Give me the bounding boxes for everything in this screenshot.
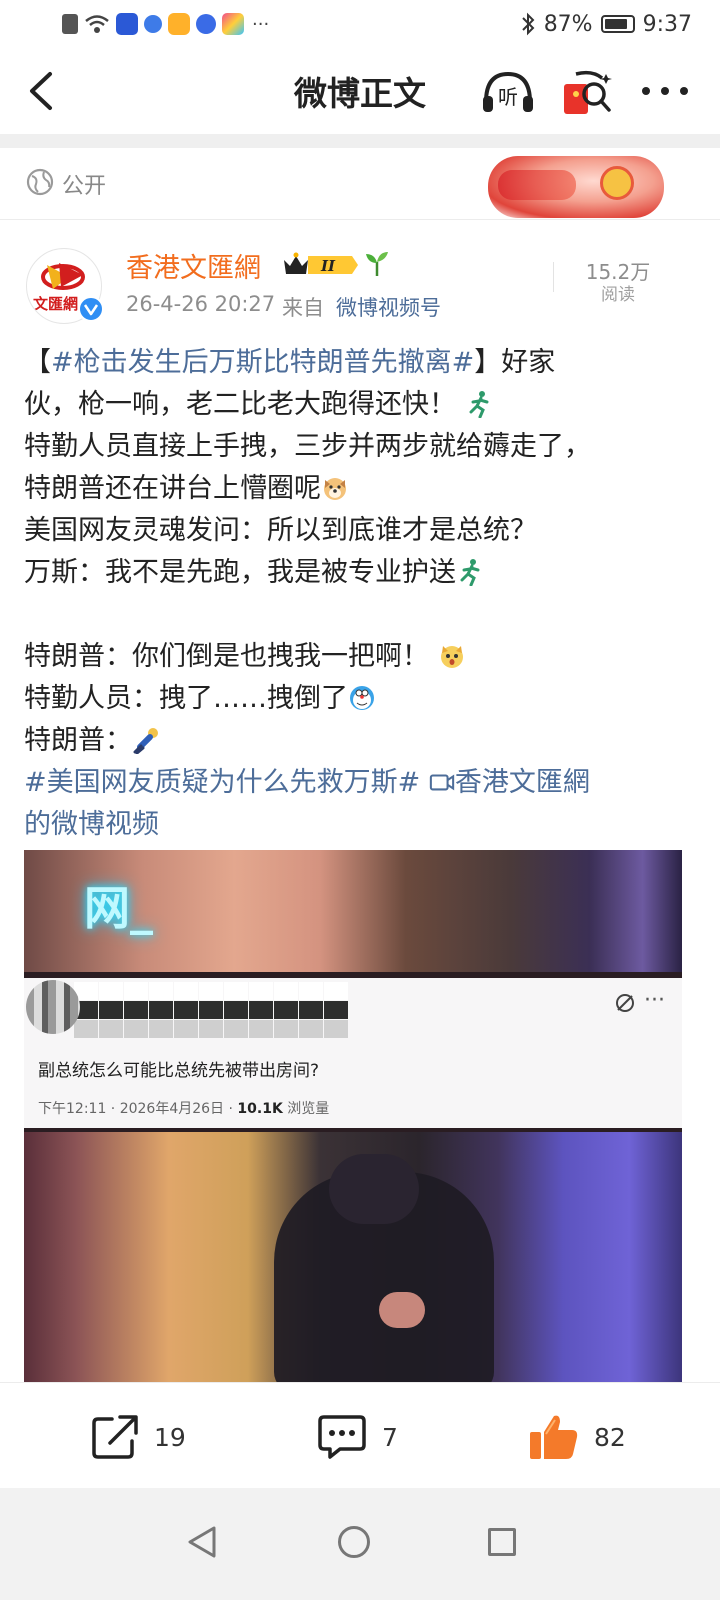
post-line-1: 【#枪击发生后万斯比特朗普先撤离#】好家 xyxy=(24,347,556,378)
alert-icon xyxy=(62,14,78,34)
post-line-8: 特勤人员：拽了……拽倒了 xyxy=(24,678,694,720)
bluetooth-icon xyxy=(521,12,535,36)
card-meta: 下午12:11 · 2026年4月26日 · 10.1K 浏览量 xyxy=(38,1101,330,1117)
member-crown-badge-icon[interactable]: II xyxy=(282,252,358,278)
post-source-link[interactable]: 微博视频号 xyxy=(336,292,441,322)
video-frame-bottom xyxy=(24,1132,682,1382)
listen-label: 听 xyxy=(498,85,518,109)
red-packet-search-icon[interactable] xyxy=(562,68,612,118)
post-line-7: 特朗普：你们倒是也拽我一把啊！ xyxy=(24,636,694,678)
comment-button[interactable]: 7 xyxy=(316,1413,398,1461)
post-line-6: 万斯：我不是先跑，我是被专业护送 xyxy=(24,552,694,594)
app-icon-colorful xyxy=(222,13,244,35)
back-arrow-icon[interactable] xyxy=(22,68,62,114)
post-line-4: 特朗普还在讲台上懵圈呢 xyxy=(24,468,694,510)
video-frame-top: 网_ xyxy=(24,850,682,972)
running-man-emoji-icon xyxy=(469,391,489,418)
video-player[interactable]: 网_ ··· 副总统怎么可能比总统先被带出房间? 下午12:11 · 2026年… xyxy=(24,850,682,1382)
wifi-icon xyxy=(85,15,109,33)
dog-face-emoji-icon xyxy=(324,478,346,500)
sprout-icon[interactable] xyxy=(364,250,390,278)
more-options-icon[interactable] xyxy=(640,84,690,98)
battery-icon xyxy=(600,15,635,33)
app-icon-round xyxy=(144,15,162,33)
weibo-icon xyxy=(168,13,190,35)
post-line-5: 美国网友灵魂发问：所以到底谁才是总统？ xyxy=(24,515,537,546)
svg-text:II: II xyxy=(320,257,336,275)
system-recents-icon[interactable] xyxy=(488,1528,516,1556)
system-home-icon[interactable] xyxy=(338,1526,370,1558)
running-man-emoji-icon xyxy=(460,559,480,586)
like-button[interactable]: 82 xyxy=(528,1413,626,1461)
author-name[interactable]: 香港文匯網 xyxy=(126,246,261,285)
post-source-prefix: 来自 xyxy=(282,296,324,320)
comment-icon xyxy=(318,1415,366,1459)
post-line-2: 伙，枪一响，老二比老大跑得还快！ xyxy=(24,384,694,426)
status-notification-icons: ··· xyxy=(62,13,269,35)
promo-banner[interactable] xyxy=(488,156,664,218)
thumbs-up-icon xyxy=(530,1415,578,1459)
post-line-3: 特勤人员直接上手拽，三步并两步就给薅走了， xyxy=(24,431,591,462)
post-line-9: 特朗普： xyxy=(24,720,694,762)
post-line-10: #美国网友质疑为什么先救万斯# 香港文匯網 xyxy=(24,762,694,804)
status-time: 9:37 xyxy=(642,11,692,37)
visibility-label: 公开 xyxy=(62,174,107,199)
header-divider xyxy=(0,134,720,148)
action-bar: 19 7 82 xyxy=(0,1382,720,1486)
like-count: 82 xyxy=(594,1422,626,1452)
link-icon xyxy=(616,994,634,1012)
doraemon-emoji-icon xyxy=(350,686,374,710)
page-title: 微博正文 xyxy=(294,74,426,113)
topic-tag[interactable]: #美国网友质疑为什么先救万斯# xyxy=(24,767,420,798)
status-bar: ··· 87% 9:37 xyxy=(0,0,720,48)
battery-percent: 87% xyxy=(543,11,593,37)
emblem-icon xyxy=(600,166,634,200)
system-navigation-bar xyxy=(0,1488,720,1600)
verified-badge-icon xyxy=(78,296,104,322)
system-back-icon[interactable] xyxy=(186,1524,218,1560)
listen-headphone-icon[interactable]: 听 xyxy=(480,68,536,116)
embedded-tweet-card: ··· 副总统怎么可能比总统先被带出房间? 下午12:11 · 2026年4月2… xyxy=(24,978,682,1128)
read-count-label: 阅读 xyxy=(601,285,635,305)
card-more-icon: ··· xyxy=(644,988,665,1013)
blurred-avatar xyxy=(26,980,80,1034)
post-timestamp: 26-4-26 20:27 xyxy=(126,292,276,316)
repost-icon xyxy=(92,1415,138,1459)
reads-divider xyxy=(553,262,554,292)
fallen-man-emoji-icon xyxy=(133,728,158,754)
globe-icon xyxy=(26,168,54,196)
card-question-text: 副总统怎么可能比总统先被带出房间? xyxy=(38,1061,320,1081)
app-icon-blue xyxy=(116,13,138,35)
video-source-link-tail[interactable]: 的微博视频 xyxy=(24,809,159,840)
headline-topic-tag[interactable]: #枪击发生后万斯比特朗普先撤离# xyxy=(51,347,474,378)
post-content: 【#枪击发生后万斯比特朗普先撤离#】好家 伙，枪一响，老二比老大跑得还快！ 特勤… xyxy=(24,342,694,846)
shocked-cat-emoji-icon xyxy=(440,646,463,668)
video-neon-text: 网_ xyxy=(84,881,153,935)
video-link-icon[interactable] xyxy=(429,768,455,796)
repost-count: 19 xyxy=(154,1422,186,1452)
post-line-11: 的微博视频 xyxy=(24,804,694,846)
card-views: 10.1K xyxy=(237,1101,283,1117)
comment-count: 7 xyxy=(382,1422,398,1452)
top-nav-bar: 微博正文 听 xyxy=(0,48,720,134)
avatar-text: 文匯網 xyxy=(33,295,79,313)
video-source-link[interactable]: 香港文匯網 xyxy=(455,767,590,798)
wenweipo-logo-icon xyxy=(41,263,85,290)
repost-button[interactable]: 19 xyxy=(90,1413,186,1461)
visibility-row: 公开 xyxy=(0,148,720,220)
baidu-icon xyxy=(196,14,216,34)
status-more-dots: ··· xyxy=(252,13,270,35)
